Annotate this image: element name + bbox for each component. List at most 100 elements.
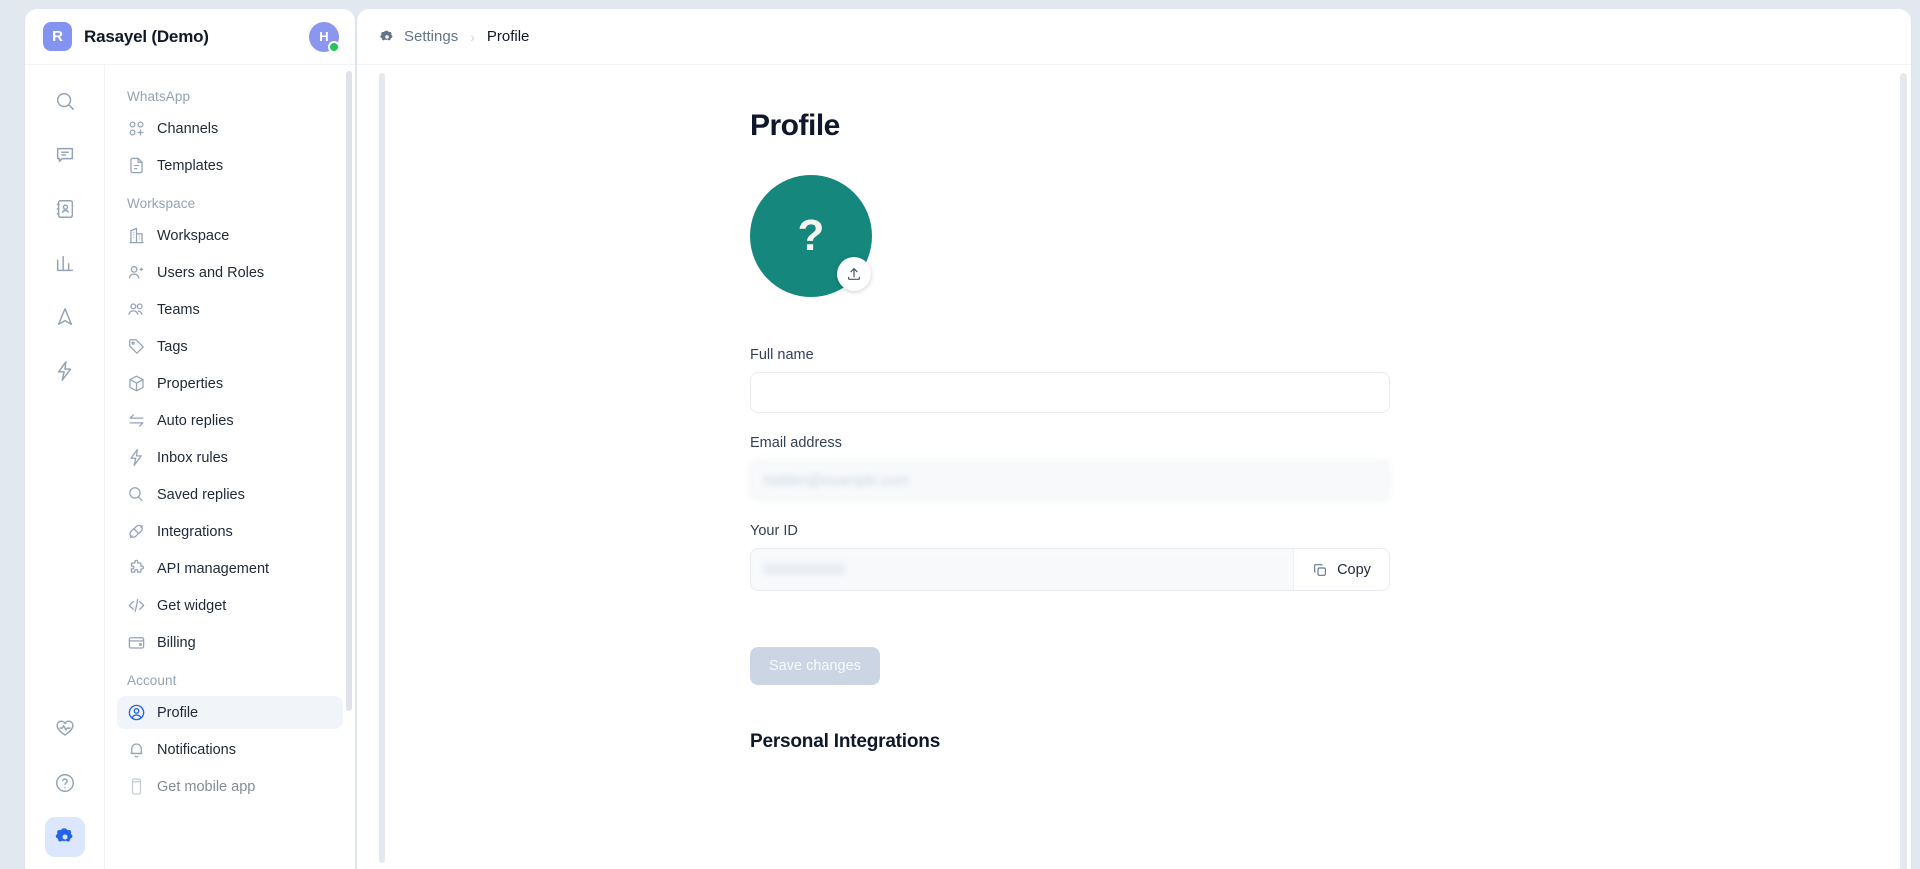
breadcrumb: Settings › Profile [357,9,1911,65]
sidebar-item-label: Notifications [157,741,236,758]
health-icon[interactable] [45,709,85,749]
sidebar-item-auto-replies[interactable]: Auto replies [117,404,343,437]
sidebar-item-label: Teams [157,301,200,318]
sidebar-item-channels[interactable]: Channels [117,112,343,145]
icon-rail-bottom [44,709,85,857]
sidebar-item-profile[interactable]: Profile [117,696,343,729]
help-icon[interactable] [45,763,85,803]
sidebar-item-teams[interactable]: Teams [117,293,343,326]
sidebar-scrollbar[interactable] [346,71,352,711]
upload-icon[interactable] [837,257,871,291]
personal-integrations-title: Personal Integrations [750,731,941,752]
automations-icon[interactable] [45,351,85,391]
icon-rail [25,65,105,869]
main-scrollbar[interactable] [1900,73,1907,869]
sidebar-item-label: Workspace [157,227,230,244]
bell-icon [127,740,146,759]
channels-icon [127,119,146,138]
your-id-input[interactable] [751,549,1293,590]
sidebar-item-integrations[interactable]: Integrations [117,515,343,548]
cube-icon [127,374,146,393]
search-icon[interactable] [45,81,85,121]
chat-bubbles-icon [127,485,146,504]
sidebar-item-label: Tags [157,338,188,355]
email-input[interactable] [750,460,1390,501]
shell-body: WhatsApp Channels Templates Workspace Wo… [25,65,355,869]
profile-avatar[interactable]: ? [750,175,872,297]
sidebar-item-api-management[interactable]: API management [117,552,343,585]
app-root: R Rasayel (Demo) H WhatsApp Channels Tem… [0,0,1920,869]
code-icon [127,596,146,615]
templates-icon [127,156,146,175]
left-shell: R Rasayel (Demo) H WhatsApp Channels Tem… [25,9,355,869]
contacts-icon[interactable] [45,189,85,229]
your-id-field: Your ID Copy [750,523,1390,591]
full-name-field: Full name [750,347,1390,413]
wallet-icon [127,633,146,652]
sidebar-item-label: Channels [157,120,219,137]
workspace-header: R Rasayel (Demo) H [25,9,355,65]
reports-icon[interactable] [45,243,85,283]
main-panel: Settings › Profile Profile ? Full name E… [357,9,1911,869]
breadcrumb-separator: › [470,28,475,45]
email-field: Email address [750,435,1390,501]
sidebar-item-workspace[interactable]: Workspace [117,219,343,252]
sidebar-item-billing[interactable]: Billing [117,626,343,659]
your-id-input-group: Copy [750,548,1390,591]
sidebar-item-get-mobile-app[interactable]: Get mobile app [117,770,343,803]
sidebar-item-label: Users and Roles [157,264,265,281]
sidebar-item-label: Templates [157,157,224,174]
your-id-label: Your ID [750,523,798,539]
sidebar-item-label: Auto replies [157,412,234,429]
icon-rail-top [45,81,85,391]
sidebar-item-saved-replies[interactable]: Saved replies [117,478,343,511]
sidebar-item-label: Saved replies [157,486,245,503]
sidebar-item-label: Properties [157,375,224,392]
users-icon [127,300,146,319]
sidebar-item-properties[interactable]: Properties [117,367,343,400]
breadcrumb-parent[interactable]: Settings [404,28,458,45]
page-title: Profile [750,109,840,142]
puzzle-icon [127,559,146,578]
breadcrumb-current: Profile [486,28,530,45]
sidebar-item-label: Profile [157,704,199,721]
nav-section-account: Account [127,673,177,688]
workspace-badge: R [43,22,72,51]
broadcasts-icon[interactable] [45,297,85,337]
profile-content: Profile ? Full name Email address Your I… [357,65,1911,869]
user-plus-icon [127,263,146,282]
save-changes-button[interactable]: Save changes [750,647,880,685]
avatar[interactable]: H [309,21,340,53]
lightning-icon [127,448,146,467]
nav-section-whatsapp: WhatsApp [127,89,191,104]
settings-nav: WhatsApp Channels Templates Workspace Wo… [105,65,355,869]
copy-button-label: Copy [1337,561,1371,578]
full-name-label: Full name [750,347,814,363]
sidebar-item-tags[interactable]: Tags [117,330,343,363]
content-scrollbar[interactable] [379,73,385,863]
settings-nav-list: WhatsApp Channels Templates Workspace Wo… [117,79,343,803]
sidebar-item-templates[interactable]: Templates [117,149,343,182]
email-label: Email address [750,435,842,451]
sidebar-item-label: Billing [157,634,196,651]
sidebar-item-get-widget[interactable]: Get widget [117,589,343,622]
sidebar-item-inbox-rules[interactable]: Inbox rules [117,441,343,474]
copy-button[interactable]: Copy [1293,549,1389,590]
full-name-input[interactable] [750,372,1390,413]
sidebar-item-users-and-roles[interactable]: Users and Roles [117,256,343,289]
gear-icon [379,29,395,45]
nav-section-workspace: Workspace [127,196,196,211]
inbox-icon[interactable] [45,135,85,175]
sidebar-item-label: Integrations [157,523,233,540]
phone-icon [127,777,146,796]
settings-icon[interactable] [44,817,85,857]
plug-icon [127,522,146,541]
building-icon [127,226,146,245]
sidebar-item-label: Get mobile app [157,778,256,795]
workspace-name[interactable]: Rasayel (Demo) [84,27,297,47]
sidebar-item-label: API management [157,560,270,577]
tag-icon [127,337,146,356]
sidebar-item-notifications[interactable]: Notifications [117,733,343,766]
sidebar-item-label: Inbox rules [157,449,228,466]
copy-icon [1312,562,1328,578]
